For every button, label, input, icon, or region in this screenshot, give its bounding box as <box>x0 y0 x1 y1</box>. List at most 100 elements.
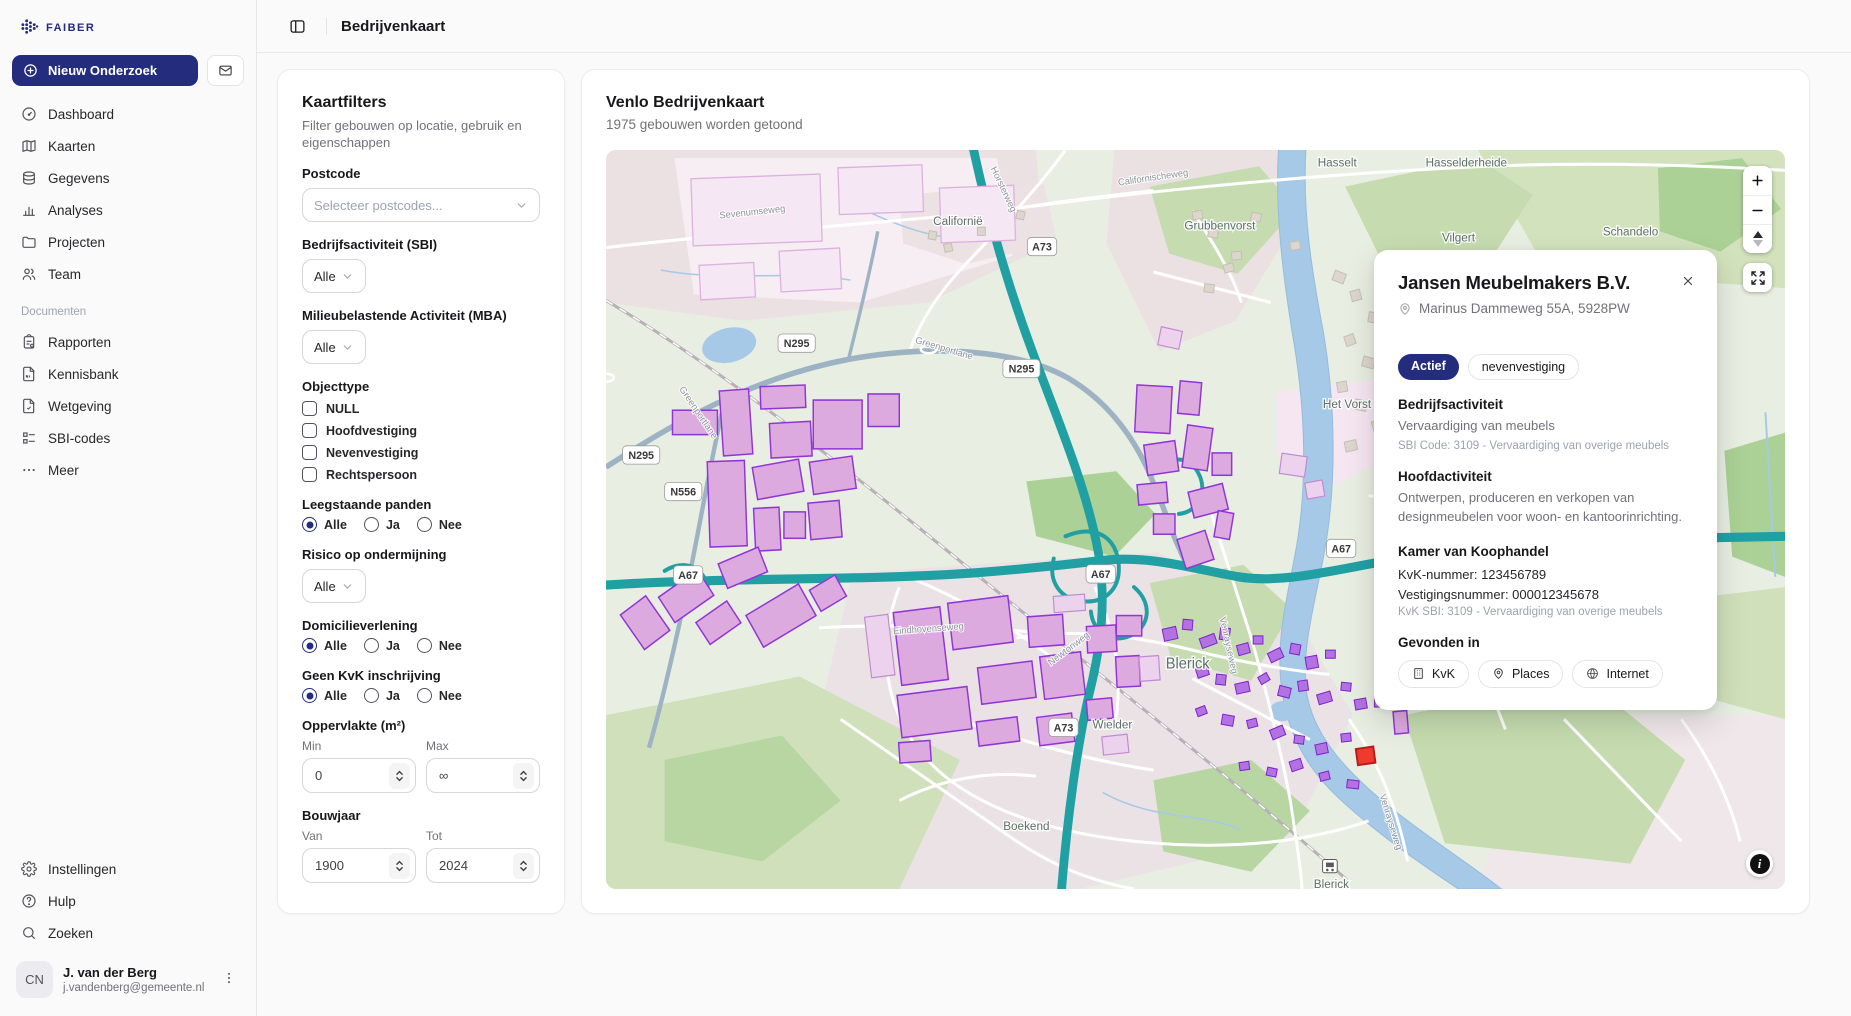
user-email: j.vandenberg@gemeente.nl <box>63 982 204 994</box>
users-icon <box>21 266 37 282</box>
stepper-icon[interactable] <box>513 853 534 879</box>
sidebar-documents-nav: Rapporten Kennisbank Wetgeving SBI-codes… <box>12 326 244 486</box>
sidebar-item-projecten[interactable]: Projecten <box>12 226 244 258</box>
road-shield: A67 <box>1331 543 1351 555</box>
sidebar-item-team[interactable]: Team <box>12 258 244 290</box>
building-popup: Jansen Meubelmakers B.V. Marinus Dammewe… <box>1374 250 1717 710</box>
sbi-select[interactable]: Alle <box>302 259 366 293</box>
activity-heading: Bedrijfsactiviteit <box>1398 397 1693 412</box>
close-icon <box>1681 274 1695 288</box>
close-button[interactable] <box>1677 270 1699 295</box>
establishment-number: Vestigingsnummer: 000012345678 <box>1398 587 1693 602</box>
zoom-in-button[interactable] <box>1743 166 1772 195</box>
app-root: FAIBER Nieuw Onderzoek Dashboard Kaarten <box>0 0 1851 1016</box>
popup-address: Marinus Dammeweg 55A, 5928PW <box>1419 301 1630 316</box>
tot-label: Tot <box>426 829 540 843</box>
main-activity-heading: Hoofdactiviteit <box>1398 469 1693 484</box>
radio-domicilie-nee[interactable] <box>417 638 432 653</box>
chevron-down-icon <box>341 580 354 593</box>
checkbox-hoofdvestiging[interactable] <box>302 423 317 438</box>
new-research-button[interactable]: Nieuw Onderzoek <box>12 55 198 86</box>
mba-select[interactable]: Alle <box>302 330 366 364</box>
sidebar-item-gegevens[interactable]: Gegevens <box>12 162 244 194</box>
kvk-sbi: KvK SBI: 3109 - Vervaardiging van overig… <box>1398 606 1693 618</box>
sidebar-item-wetgeving[interactable]: Wetgeving <box>12 390 244 422</box>
bar-chart-icon <box>21 202 37 218</box>
sidebar-toggle-button[interactable] <box>282 11 312 41</box>
road-shield: A67 <box>1091 569 1111 581</box>
map-icon <box>21 138 37 154</box>
map-container: Sevenumseweg Californischeweg Horsterweg… <box>606 150 1785 889</box>
found-in-heading: Gevonden in <box>1398 635 1693 650</box>
oppervlakte-min-input[interactable]: 0 <box>302 758 416 793</box>
radio-geenkvk-alle[interactable] <box>302 688 317 703</box>
source-chip-places[interactable]: Places <box>1478 660 1564 688</box>
chevron-down-icon <box>341 270 354 283</box>
globe-icon <box>1586 667 1599 680</box>
checkbox-null[interactable] <box>302 401 317 416</box>
sidebar-item-sbi-codes[interactable]: SBI-codes <box>12 422 244 454</box>
user-menu-button[interactable] <box>218 967 240 992</box>
user-row[interactable]: CN J. van der Berg j.vandenberg@gemeente… <box>12 949 244 998</box>
stepper-icon[interactable] <box>389 763 410 789</box>
road-shield: A67 <box>678 570 698 582</box>
map-info-button[interactable]: i <box>1746 850 1773 877</box>
activity-text: Vervaardiging van meubels <box>1398 417 1693 436</box>
ondermijning-select[interactable]: Alle <box>302 569 366 603</box>
triangle-up-icon <box>1753 231 1763 238</box>
bouwjaar-tot-input[interactable]: 2024 <box>426 848 540 883</box>
stepper-icon[interactable] <box>389 853 410 879</box>
checkbox-nevenvestiging[interactable] <box>302 445 317 460</box>
checkbox-rechtspersoon[interactable] <box>302 467 317 482</box>
radio-leegstand-alle[interactable] <box>302 517 317 532</box>
sidebar-item-zoeken[interactable]: Zoeken <box>12 917 244 949</box>
source-chip-kvk[interactable]: KvK <box>1398 660 1469 688</box>
file-ai-icon <box>21 366 37 382</box>
database-icon <box>21 170 37 186</box>
clipboard-icon <box>21 334 37 350</box>
map-place-label: Hasselt <box>1318 155 1358 169</box>
stepper-icon[interactable] <box>513 763 534 789</box>
fullscreen-button[interactable] <box>1743 263 1772 292</box>
map-place-label: Blerick <box>1166 655 1210 672</box>
radio-domicilie-ja[interactable] <box>364 638 379 653</box>
zoom-out-button[interactable] <box>1743 195 1772 224</box>
type-badge: nevenvestiging <box>1468 354 1579 380</box>
road-shield: A73 <box>1032 241 1052 253</box>
ellipsis-icon <box>21 462 37 478</box>
map-place-label: Hasselderheide <box>1426 155 1508 169</box>
header-divider <box>326 18 327 35</box>
sidebar-item-instellingen[interactable]: Instellingen <box>12 853 244 885</box>
brand-name: FAIBER <box>46 22 95 34</box>
mail-button[interactable] <box>207 55 244 86</box>
map-place-label: Vilgert <box>1442 230 1476 244</box>
map-place-label: Californië <box>933 214 983 228</box>
mail-icon <box>218 63 233 78</box>
source-chip-internet[interactable]: Internet <box>1572 660 1662 688</box>
radio-geenkvk-nee[interactable] <box>417 688 432 703</box>
sidebar-item-kaarten[interactable]: Kaarten <box>12 130 244 162</box>
sidebar-item-kennisbank[interactable]: Kennisbank <box>12 358 244 390</box>
radio-leegstand-nee[interactable] <box>417 517 432 532</box>
oppervlakte-max-input[interactable]: ∞ <box>426 758 540 793</box>
expand-icon <box>1750 270 1766 286</box>
tilt-control-button[interactable] <box>1743 224 1772 253</box>
map-panel: Venlo Bedrijvenkaart 1975 gebouwen worde… <box>581 69 1810 914</box>
road-shield: A73 <box>1054 722 1074 734</box>
minus-icon <box>1750 203 1765 218</box>
sidebar-item-meer[interactable]: Meer <box>12 454 244 486</box>
sidebar-item-analyses[interactable]: Analyses <box>12 194 244 226</box>
sidebar-item-rapporten[interactable]: Rapporten <box>12 326 244 358</box>
sidebar-item-dashboard[interactable]: Dashboard <box>12 98 244 130</box>
radio-domicilie-alle[interactable] <box>302 638 317 653</box>
bouwjaar-van-input[interactable]: 1900 <box>302 848 416 883</box>
radio-leegstand-ja[interactable] <box>364 517 379 532</box>
folder-icon <box>21 234 37 250</box>
postcode-select[interactable]: Selecteer postcodes... <box>302 188 540 222</box>
road-shield: N295 <box>1009 363 1035 375</box>
selected-building-marker[interactable] <box>1356 747 1376 766</box>
map-place-label: Grubbenvorst <box>1184 218 1256 232</box>
sidebar-item-hulp[interactable]: Hulp <box>12 885 244 917</box>
geen-kvk-label: Geen KvK inschrijving <box>302 668 540 683</box>
radio-geenkvk-ja[interactable] <box>364 688 379 703</box>
